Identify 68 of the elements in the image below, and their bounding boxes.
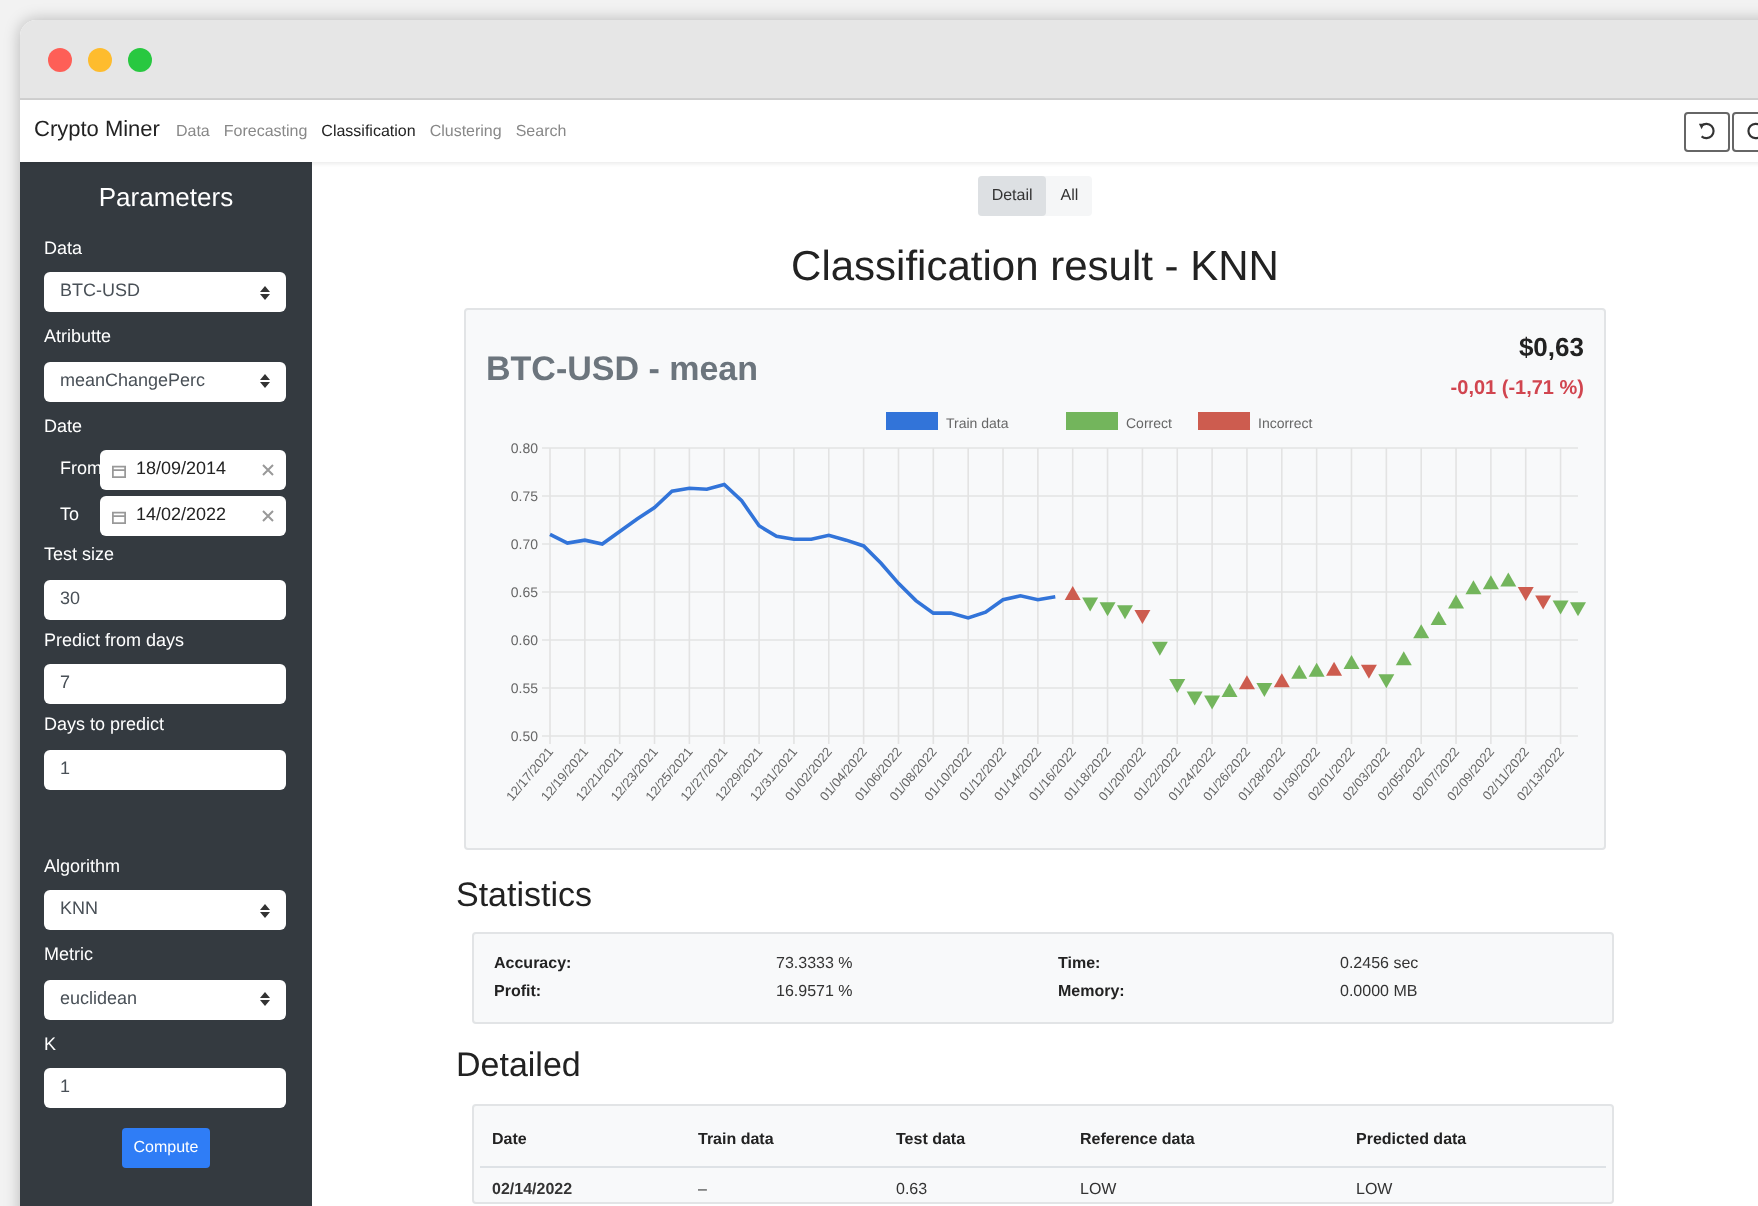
section-heading: Detailed <box>456 1044 583 1088</box>
sort-arrows-icon <box>260 903 270 917</box>
nav-link[interactable]: Clustering <box>429 119 502 143</box>
brand[interactable]: Crypto Miner <box>34 114 160 148</box>
field-label: Days to predict <box>44 712 167 738</box>
date-field[interactable]: 14/02/2022 <box>100 496 286 536</box>
down-triangle-marker <box>1151 640 1168 655</box>
text-field[interactable]: 1 <box>44 1068 286 1108</box>
stat-label: Time: <box>1058 952 1103 976</box>
select-field[interactable]: meanChangePerc <box>44 361 286 401</box>
column-header: Test data <box>896 1127 968 1151</box>
table-cell-text: LOW <box>1080 1177 1119 1201</box>
stat-label: Profit: <box>494 980 544 1004</box>
text-field[interactable]: 30 <box>44 579 286 619</box>
field-label: To <box>58 502 82 529</box>
sort-arrows-icon <box>260 992 270 1006</box>
field-label: Predict from days <box>44 627 187 654</box>
column-header: Date <box>492 1127 529 1151</box>
field-label: Date <box>44 413 85 439</box>
up-triangle-marker <box>1395 650 1412 665</box>
text-field[interactable]: 1 <box>44 749 286 789</box>
sort-arrows-icon <box>260 285 270 299</box>
stat-label: Accuracy: <box>494 952 574 976</box>
up-triangle-marker <box>1064 584 1081 599</box>
compute-button[interactable]: Compute <box>121 1128 211 1168</box>
table-cell-text: 0.63 <box>896 1177 930 1201</box>
text-field[interactable]: 7 <box>44 664 286 704</box>
nav-link[interactable]: Forecasting <box>223 119 308 143</box>
view-tab[interactable]: Detail <box>977 176 1047 216</box>
table-cell-text: – <box>698 1177 709 1201</box>
nav-link[interactable]: Data <box>175 119 210 143</box>
column-header: Train data <box>698 1127 776 1151</box>
column-header: Predicted data <box>1356 1127 1469 1151</box>
price-change: -0,01 (-1,71 %) <box>1450 375 1584 403</box>
table-cell-text: 02/14/2022 <box>492 1177 575 1201</box>
select-field[interactable]: BTC-USD <box>44 272 286 312</box>
field-label: Algorithm <box>44 853 123 880</box>
clear-icon[interactable] <box>262 510 274 522</box>
undo-button[interactable] <box>1684 111 1730 151</box>
select-field[interactable]: KNN <box>44 890 286 930</box>
down-triangle-marker <box>1256 681 1273 696</box>
field-label: Test size <box>44 542 117 568</box>
field-label: Metric <box>44 942 95 968</box>
calendar-icon <box>112 463 126 477</box>
stat-value: 16.9571 % <box>776 980 855 1004</box>
section-heading: Statistics <box>456 873 595 917</box>
stat-label: Memory: <box>1058 980 1127 1004</box>
stat-value: 0.2456 sec <box>1340 952 1421 976</box>
clear-icon[interactable] <box>262 464 274 476</box>
stat-value: 73.3333 % <box>776 952 855 976</box>
date-field[interactable]: 18/09/2014 <box>100 450 286 490</box>
sidebar-title: Parameters <box>96 180 236 216</box>
nav-link[interactable]: Classification <box>321 119 416 143</box>
table-cell-text: LOW <box>1356 1177 1395 1201</box>
field-label: K <box>44 1031 59 1057</box>
view-tab[interactable]: All <box>1046 176 1093 216</box>
price: $0,63 <box>1518 330 1584 366</box>
calendar-icon <box>112 509 126 523</box>
chart-title: BTC-USD - mean <box>486 348 759 392</box>
select-field[interactable]: euclidean <box>44 979 286 1019</box>
field-label: Atributte <box>44 324 114 350</box>
nav-link[interactable]: Search <box>515 119 567 143</box>
undo-icon <box>1698 122 1716 140</box>
stat-value: 0.0000 MB <box>1340 980 1420 1004</box>
page-heading: Classification result - KNN <box>791 244 1279 292</box>
column-header: Reference data <box>1080 1127 1197 1151</box>
sort-arrows-icon <box>260 374 270 388</box>
field-label: Data <box>44 235 85 261</box>
